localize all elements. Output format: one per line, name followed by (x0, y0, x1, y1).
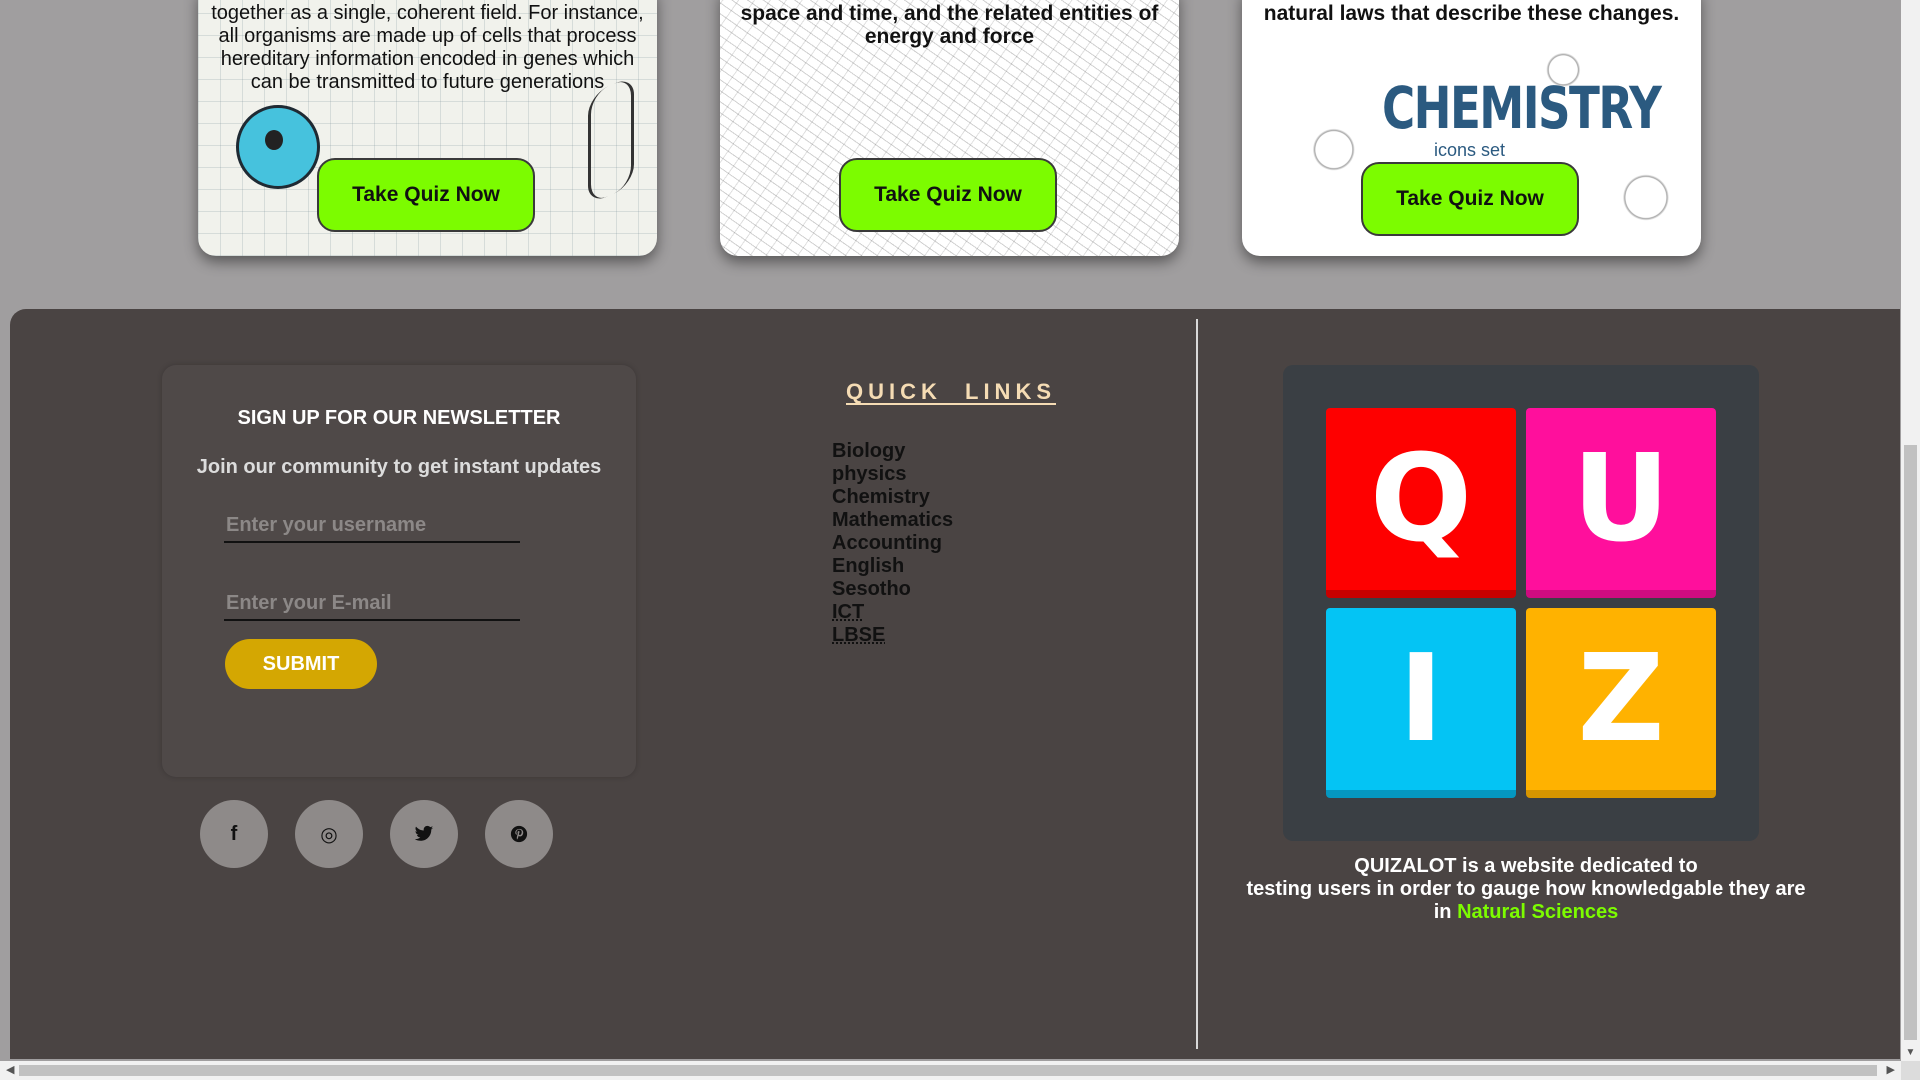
biology-card-text: together as a single, coherent field. Fo… (211, 2, 644, 93)
quick-link-accounting[interactable]: Accounting (832, 532, 953, 555)
scroll-down-arrow-icon[interactable]: ▼ (1901, 1047, 1920, 1058)
quick-link-lbse[interactable]: LBSE (832, 624, 953, 647)
biology-take-quiz-button[interactable]: Take Quiz Now (317, 158, 535, 232)
chemistry-card-text: natural laws that describe these changes… (1263, 2, 1680, 25)
footer: SIGN UP FOR OUR NEWSLETTER Join our comm… (10, 309, 1900, 1059)
newsletter-subtitle: Join our community to get instant update… (196, 456, 602, 478)
about-accent: Natural Sciences (1457, 901, 1619, 923)
quiz-logo: Q U I Z (1283, 365, 1759, 841)
quick-link-sesotho[interactable]: Sesotho (832, 578, 953, 601)
horizontal-scroll-thumb[interactable] (19, 1065, 1877, 1076)
quick-link-mathematics[interactable]: Mathematics (832, 509, 953, 532)
logo-tile-z: Z (1526, 608, 1716, 798)
logo-tile-i: I (1326, 608, 1516, 798)
newsletter-title: SIGN UP FOR OUR NEWSLETTER (237, 407, 561, 429)
logo-tile-q: Q (1326, 408, 1516, 598)
vertical-scroll-thumb[interactable] (1904, 445, 1917, 1040)
physics-take-quiz-button[interactable]: Take Quiz Now (839, 158, 1057, 232)
scrollbar-corner (1901, 1061, 1920, 1080)
facebook-button[interactable]: f (200, 800, 268, 868)
quick-links-list: Biology physics Chemistry Mathematics Ac… (832, 440, 953, 647)
quick-link-physics[interactable]: physics (832, 463, 953, 486)
username-input[interactable] (224, 509, 520, 543)
chemistry-take-quiz-button[interactable]: Take Quiz Now (1361, 162, 1579, 236)
chemistry-image-subtitle: icons set (1434, 140, 1506, 160)
twitter-button[interactable] (390, 800, 458, 868)
chemistry-card: natural laws that describe these changes… (1242, 0, 1701, 256)
about-line-3: in Natural Sciences (1206, 901, 1846, 924)
scroll-right-arrow-icon[interactable]: ▶ (1887, 1063, 1895, 1076)
chemistry-image-title: CHEMISTRY (1382, 74, 1662, 142)
pinterest-button[interactable] (485, 800, 553, 868)
quick-link-ict[interactable]: ICT (832, 601, 953, 624)
cell-illustration (236, 105, 320, 189)
about-text: QUIZALOT is a website dedicated to testi… (1206, 855, 1846, 924)
physics-card-text: space and time, and the related entities… (740, 2, 1159, 48)
quick-link-english[interactable]: English (832, 555, 953, 578)
submit-button[interactable]: SUBMIT (225, 639, 377, 689)
quick-links-title: QUICK LINKS (846, 379, 1056, 404)
physics-card: space and time, and the related entities… (720, 0, 1179, 256)
footer-divider (1196, 319, 1198, 1049)
about-line-1: QUIZALOT is a website dedicated to (1354, 855, 1698, 877)
scroll-left-arrow-icon[interactable]: ◀ (6, 1063, 14, 1076)
about-line-3-prefix: in (1433, 901, 1452, 923)
twitter-icon (414, 825, 434, 841)
logo-tile-u: U (1526, 408, 1716, 598)
vertical-scrollbar[interactable]: ▼ (1901, 0, 1920, 1062)
instagram-button[interactable]: ◎ (295, 800, 363, 868)
quick-link-chemistry[interactable]: Chemistry (832, 486, 953, 509)
about-line-2: testing users in order to gauge how know… (1246, 878, 1806, 900)
facebook-icon: f (230, 822, 238, 845)
pinterest-icon (510, 825, 528, 843)
horizontal-scrollbar[interactable]: ◀ ▶ (0, 1061, 1901, 1080)
instagram-icon: ◎ (320, 823, 338, 846)
newsletter-panel: SIGN UP FOR OUR NEWSLETTER Join our comm… (162, 365, 636, 777)
biology-card: together as a single, coherent field. Fo… (198, 0, 657, 256)
email-input[interactable] (224, 587, 520, 621)
quick-link-biology[interactable]: Biology (832, 440, 953, 463)
